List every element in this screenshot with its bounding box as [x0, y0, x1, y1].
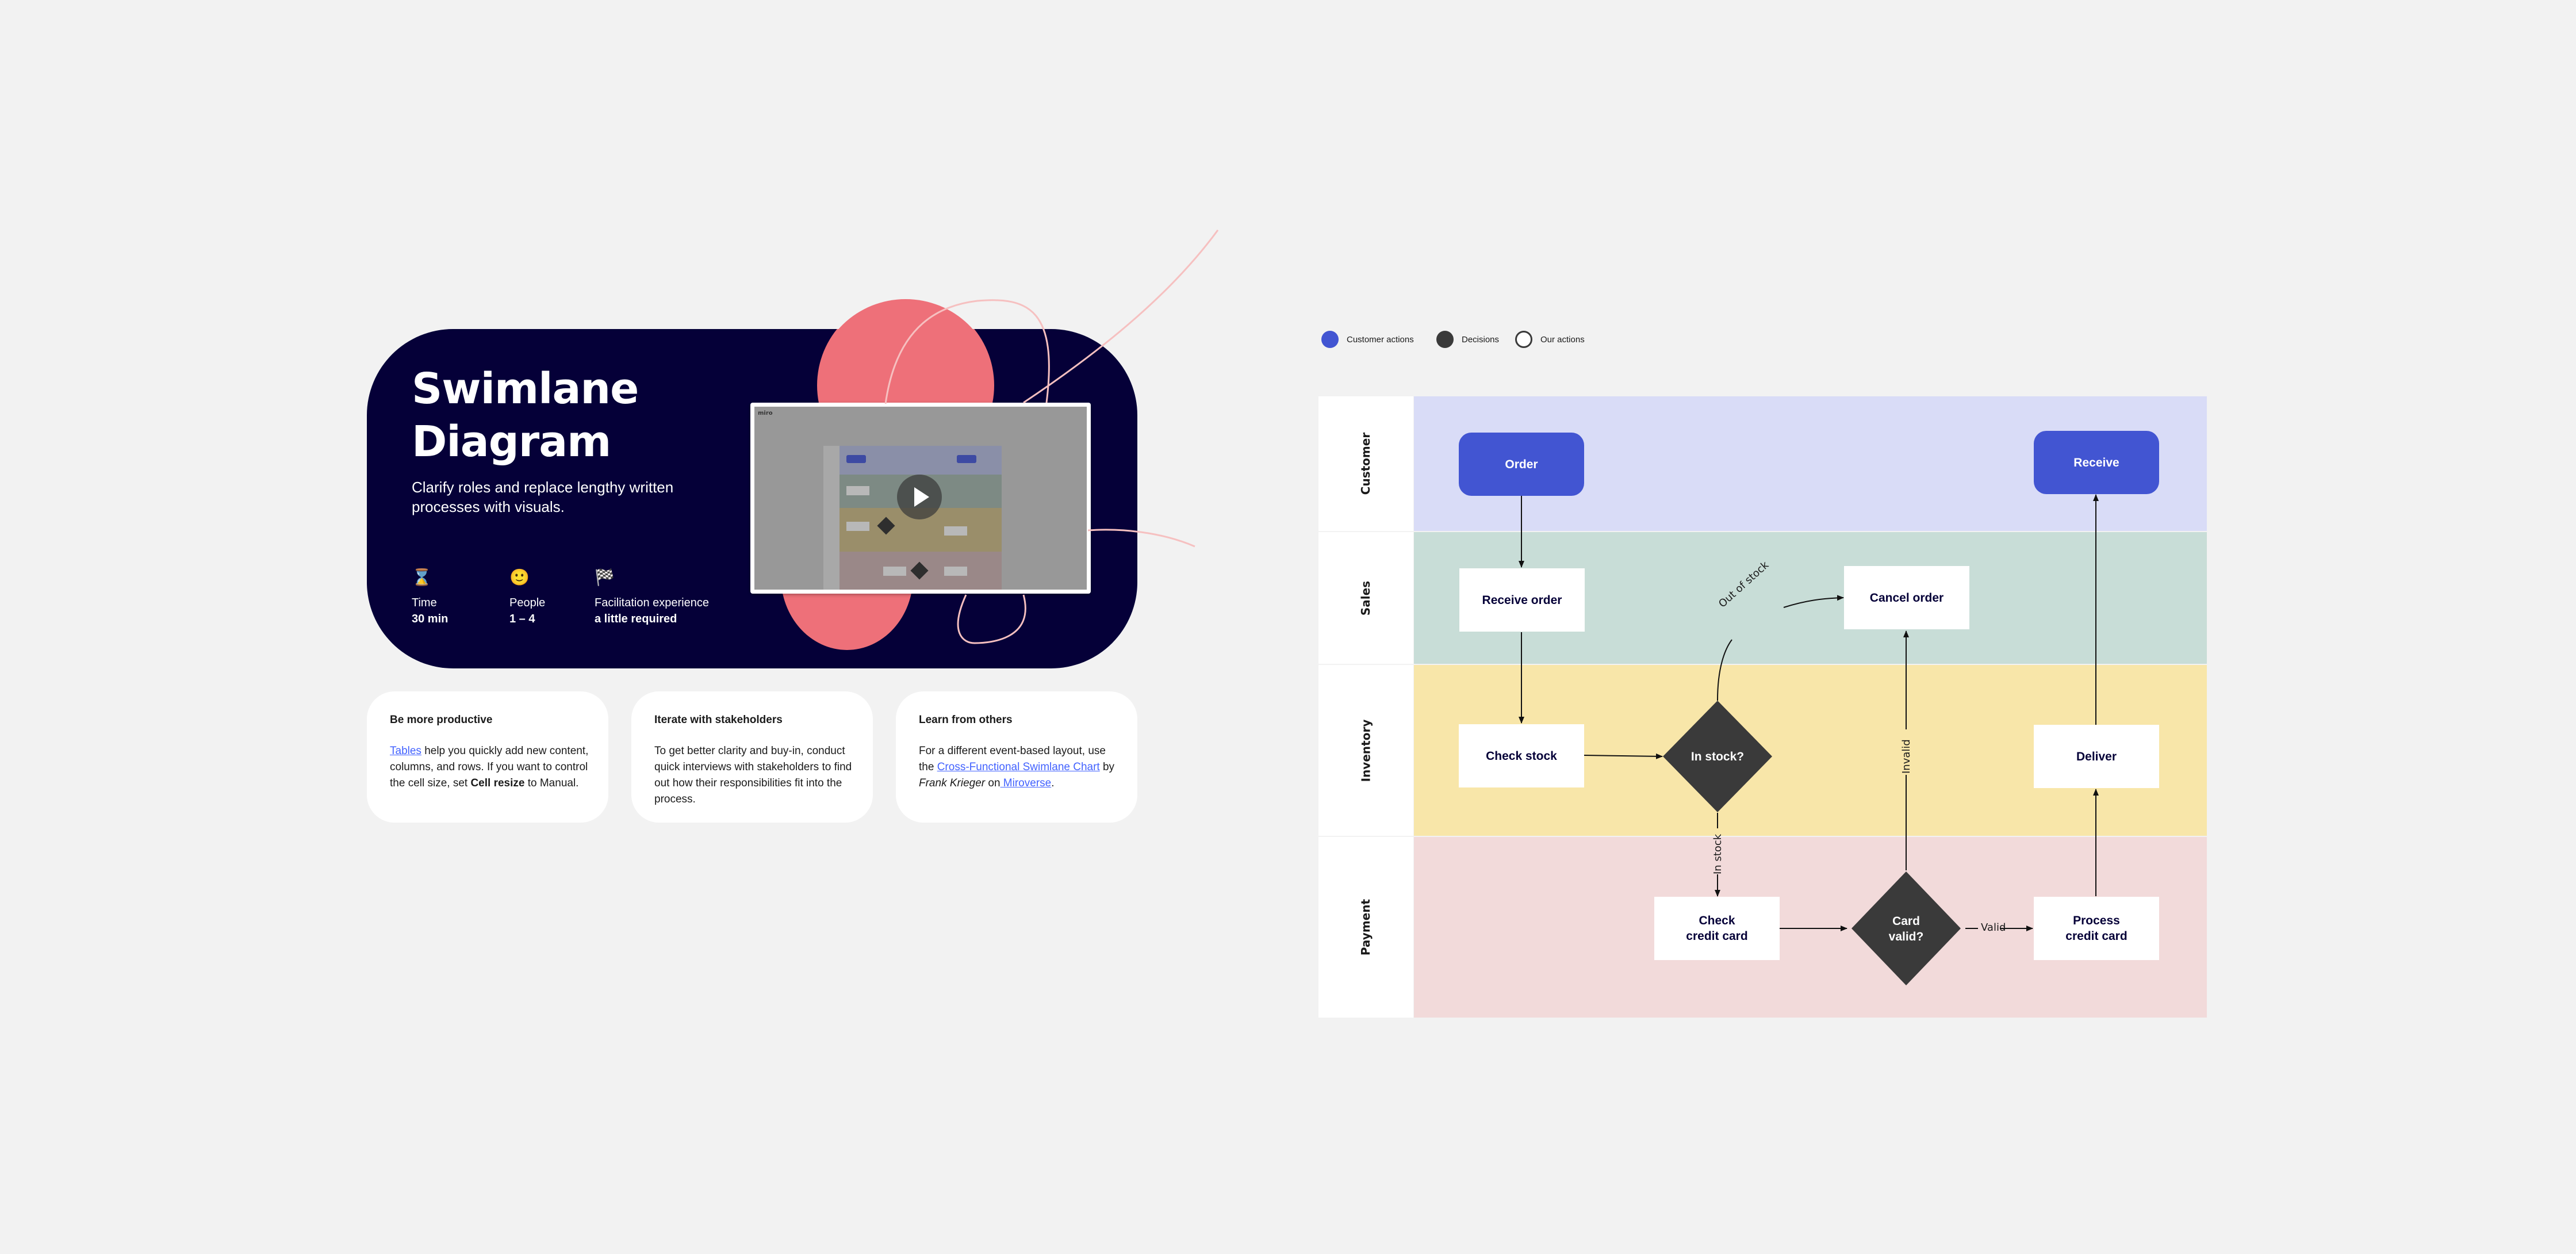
edge-out-of-stock-upper: [1783, 595, 1844, 608]
edge-label-invalid: Invalid: [1900, 739, 1912, 774]
edge-out-of-stock-lower: [1717, 639, 1732, 701]
edge-check-stock-to-in-stock: [1584, 753, 1663, 759]
edge-label-valid: Valid: [1981, 922, 2006, 934]
node-process-credit-card[interactable]: Process credit card: [2034, 897, 2159, 960]
node-receive[interactable]: Receive: [2034, 431, 2159, 494]
node-receive-order[interactable]: Receive order: [1459, 568, 1585, 632]
node-check-credit-card[interactable]: Check credit card: [1654, 897, 1780, 960]
node-check-stock[interactable]: Check stock: [1459, 724, 1584, 787]
decision-card-valid-label: Card valid?: [1888, 915, 1924, 943]
edge-label-in-stock: In stock: [1712, 834, 1724, 874]
node-cancel-order[interactable]: Cancel order: [1844, 566, 1969, 629]
connectors: [1519, 494, 2099, 985]
node-order[interactable]: Order: [1459, 433, 1584, 496]
decision-in-stock-label: In stock?: [1690, 750, 1745, 763]
node-deliver[interactable]: Deliver: [2034, 725, 2159, 788]
